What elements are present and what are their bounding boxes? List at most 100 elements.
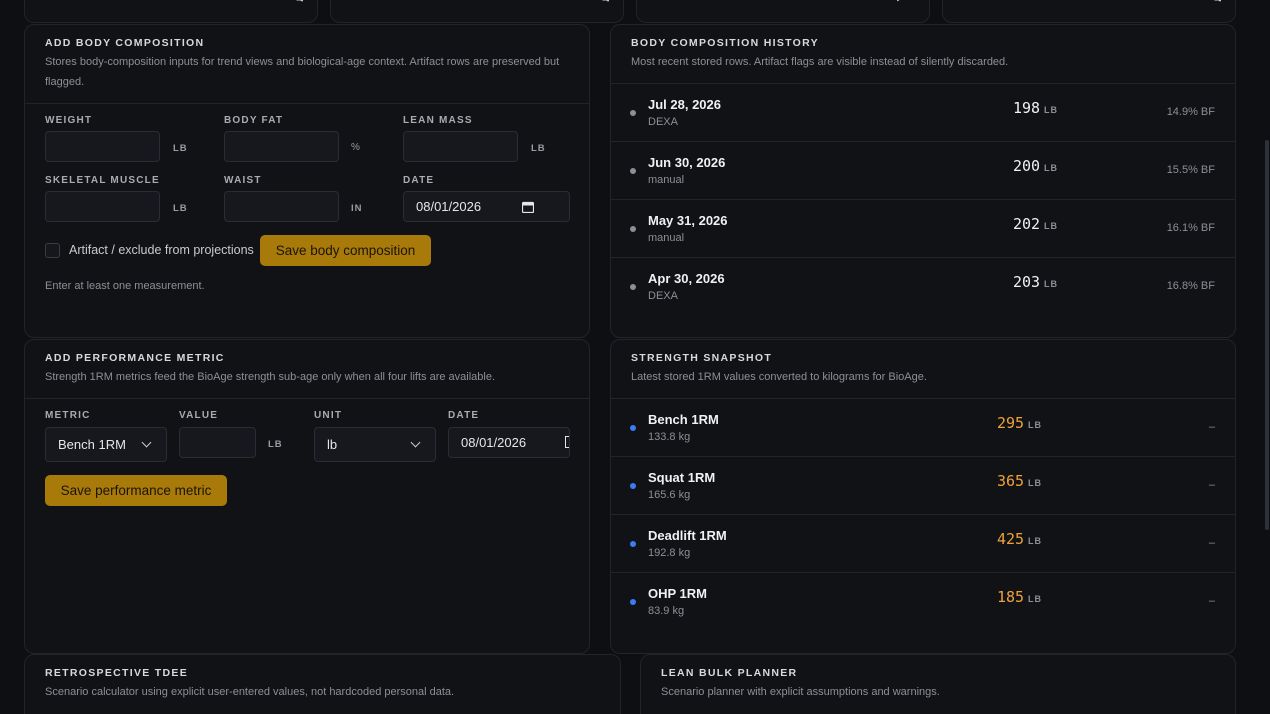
waist-label: WAIST (224, 175, 262, 186)
value-label: VALUE (179, 410, 219, 421)
section-title: BODY COMPOSITION HISTORY (631, 37, 819, 49)
row-date: Jun 30, 2026 (648, 155, 726, 170)
row-source: manual (648, 174, 685, 186)
metric-card-2 (330, 0, 624, 23)
status-dot (630, 483, 636, 489)
weight-input[interactable] (45, 131, 160, 162)
divider (25, 103, 589, 104)
section-subtitle: Scenario calculator using explicit user-… (45, 686, 455, 698)
sparkline-icon (602, 0, 609, 2)
section-title: ADD BODY COMPOSITION (45, 37, 205, 49)
lean-bulk-planner-card: LEAN BULK PLANNER Scenario planner with … (640, 654, 1236, 714)
row-source: DEXA (648, 290, 678, 302)
scrollbar[interactable] (1264, 0, 1270, 714)
strength-row: Bench 1RM 133.8 kg 295 LB – (611, 398, 1235, 456)
row-unit: LB (1028, 594, 1042, 604)
calendar-icon[interactable] (565, 436, 569, 448)
row-value: 425 (997, 530, 1025, 548)
row-value: 185 (997, 588, 1025, 606)
strength-snapshot-card: STRENGTH SNAPSHOT Latest stored 1RM valu… (610, 339, 1236, 654)
value-input[interactable] (179, 427, 256, 458)
save-body-composition-button[interactable]: Save body composition (260, 235, 431, 266)
divider (25, 398, 589, 399)
row-lift: OHP 1RM (648, 586, 707, 601)
sparkline-icon (1214, 0, 1221, 2)
retrospective-tdee-card: RETROSPECTIVE TDEE Scenario calculator u… (24, 654, 621, 714)
row-kg: 192.8 kg (648, 547, 691, 559)
row-unit: LB (1044, 221, 1058, 231)
sparkline-icon (897, 0, 900, 2)
row-kg: 83.9 kg (648, 605, 685, 617)
weight-unit: LB (173, 143, 188, 154)
metric-select-value: Bench 1RM (58, 437, 126, 452)
row-lift: Deadlift 1RM (648, 528, 727, 543)
metric-card-1 (24, 0, 318, 23)
row-weight: 198 (1013, 99, 1041, 117)
artifact-checkbox[interactable] (45, 243, 60, 258)
row-weight: 200 (1013, 157, 1041, 175)
row-unit: LB (1028, 420, 1042, 430)
strength-row: Squat 1RM 165.6 kg 365 LB – (611, 456, 1235, 514)
row-source: DEXA (648, 116, 678, 128)
row-unit: LB (1028, 478, 1042, 488)
strength-row: OHP 1RM 83.9 kg 185 LB – (611, 572, 1235, 630)
unit-select-value: lb (327, 437, 338, 452)
section-subtitle: Strength 1RM metrics feed the BioAge str… (45, 371, 496, 383)
date-input[interactable]: 08/01/2026 (448, 427, 570, 458)
row-extra: – (1208, 421, 1215, 433)
unit-label: UNIT (314, 410, 343, 421)
metric-select[interactable]: Bench 1RM (45, 427, 167, 462)
add-performance-metric-card: ADD PERFORMANCE METRIC Strength 1RM metr… (24, 339, 590, 654)
row-date: Apr 30, 2026 (648, 271, 725, 286)
row-source: manual (648, 232, 685, 244)
hint-text: Enter at least one measurement. (45, 280, 205, 292)
row-unit: LB (1044, 279, 1058, 289)
strength-row: Deadlift 1RM 192.8 kg 425 LB – (611, 514, 1235, 572)
row-date: Jul 28, 2026 (648, 97, 721, 112)
history-row: Jun 30, 2026 manual 200 LB 15.5% BF (611, 141, 1235, 199)
section-subtitle: Most recent stored rows. Artifact flags … (631, 56, 1009, 68)
section-subtitle: Scenario planner with explicit assumptio… (661, 686, 940, 698)
row-value: 365 (997, 472, 1025, 490)
section-subtitle: Stores body-composition inputs for trend… (45, 56, 560, 88)
row-bodyfat: 16.1% BF (1166, 222, 1215, 234)
save-performance-metric-button[interactable]: Save performance metric (45, 475, 227, 506)
metric-card-4 (942, 0, 1236, 23)
status-dot (630, 541, 636, 547)
row-bodyfat: 16.8% BF (1166, 280, 1215, 292)
status-dot (630, 110, 636, 116)
row-bodyfat: 14.9% BF (1166, 106, 1215, 118)
calendar-icon[interactable] (522, 201, 534, 213)
waist-input[interactable] (224, 191, 339, 222)
weight-label: WEIGHT (45, 115, 93, 126)
date-label: DATE (403, 175, 435, 186)
value-unit: LB (268, 439, 283, 450)
history-row: May 31, 2026 manual 202 LB 16.1% BF (611, 199, 1235, 257)
row-value: 295 (997, 414, 1025, 432)
section-subtitle: Latest stored 1RM values converted to ki… (631, 371, 927, 383)
artifact-label: Artifact / exclude from projections (69, 243, 254, 257)
row-extra: – (1208, 479, 1215, 491)
row-extra: – (1208, 537, 1215, 549)
unit-select[interactable]: lb (314, 427, 436, 462)
metric-label: METRIC (45, 410, 91, 421)
row-kg: 165.6 kg (648, 489, 691, 501)
waist-unit: IN (351, 203, 363, 214)
date-input[interactable]: 08/01/2026 (403, 191, 570, 222)
row-unit: LB (1044, 163, 1058, 173)
row-extra: – (1208, 595, 1215, 607)
chevron-down-icon (141, 437, 152, 448)
row-weight: 202 (1013, 215, 1041, 233)
lean-mass-input[interactable] (403, 131, 518, 162)
body-fat-label: BODY FAT (224, 115, 284, 126)
row-date: May 31, 2026 (648, 213, 728, 228)
section-title: STRENGTH SNAPSHOT (631, 352, 773, 364)
row-unit: LB (1044, 105, 1058, 115)
body-fat-input[interactable] (224, 131, 339, 162)
scrollbar-thumb[interactable] (1265, 140, 1269, 530)
body-composition-history-card: BODY COMPOSITION HISTORY Most recent sto… (610, 24, 1236, 338)
section-title: ADD PERFORMANCE METRIC (45, 352, 225, 364)
row-bodyfat: 15.5% BF (1166, 164, 1215, 176)
lean-mass-unit: LB (531, 143, 546, 154)
skeletal-muscle-input[interactable] (45, 191, 160, 222)
